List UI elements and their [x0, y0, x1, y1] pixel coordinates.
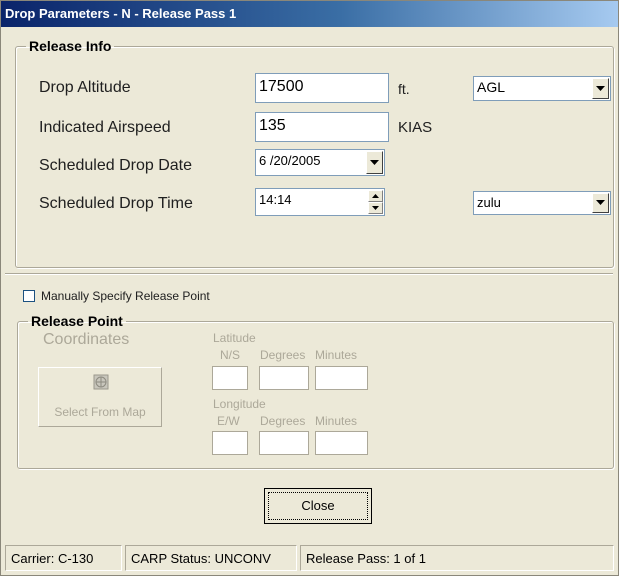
indicated-airspeed-unit: KIAS: [398, 119, 433, 136]
close-button[interactable]: Close: [264, 488, 372, 524]
spin-up-icon[interactable]: [368, 190, 383, 202]
longitude-minutes-input[interactable]: [315, 431, 368, 455]
dropdown-arrow-icon[interactable]: [592, 78, 609, 99]
status-release-pass: Release Pass: 1 of 1: [300, 545, 614, 571]
select-from-map-label: Select From Map: [54, 405, 146, 419]
divider: [5, 273, 613, 275]
indicated-airspeed-input[interactable]: 135: [255, 112, 389, 142]
map-globe-icon: [93, 374, 109, 393]
timezone-select[interactable]: zulu: [473, 191, 611, 215]
release-point-legend: Release Point: [31, 313, 123, 329]
scheduled-drop-time-input[interactable]: 14:14: [255, 188, 385, 216]
scheduled-drop-date-picker[interactable]: 6 /20/2005: [255, 149, 385, 176]
latitude-ns-header: N/S: [220, 348, 241, 362]
latitude-minutes-input[interactable]: [315, 366, 368, 390]
scheduled-drop-time-label: Scheduled Drop Time: [39, 195, 193, 212]
latitude-minutes-header: Minutes: [315, 348, 358, 362]
latitude-degrees-header: Degrees: [260, 348, 306, 362]
longitude-ew-header: E/W: [217, 414, 240, 428]
drop-altitude-label: Drop Altitude: [39, 79, 131, 96]
altitude-reference-value: AGL: [477, 79, 506, 95]
dropdown-arrow-icon[interactable]: [592, 193, 609, 213]
longitude-degrees-input[interactable]: [259, 431, 309, 455]
title-bar[interactable]: Drop Parameters - N - Release Pass 1: [1, 1, 618, 27]
latitude-label: Latitude: [213, 331, 256, 345]
status-carp: CARP Status: UNCONV: [125, 545, 297, 571]
dialog-window: Drop Parameters - N - Release Pass 1 Rel…: [0, 0, 619, 576]
scheduled-drop-date-label: Scheduled Drop Date: [39, 157, 192, 174]
select-from-map-button[interactable]: Select From Map: [38, 367, 162, 427]
drop-altitude-unit: ft.: [398, 81, 410, 97]
scheduled-drop-time-value: 14:14: [259, 192, 292, 207]
altitude-reference-select[interactable]: AGL: [473, 76, 611, 101]
longitude-ew-input[interactable]: [212, 431, 248, 455]
latitude-ns-input[interactable]: [212, 366, 248, 390]
longitude-label: Longitude: [213, 397, 266, 411]
close-button-label: Close: [268, 492, 368, 520]
longitude-degrees-header: Degrees: [260, 414, 306, 428]
indicated-airspeed-label: Indicated Airspeed: [39, 119, 171, 136]
calendar-dropdown-icon[interactable]: [366, 151, 383, 174]
window-title: Drop Parameters - N - Release Pass 1: [5, 6, 237, 21]
drop-altitude-input[interactable]: 17500: [255, 73, 389, 103]
latitude-degrees-input[interactable]: [259, 366, 309, 390]
spin-down-icon[interactable]: [368, 202, 383, 214]
coordinates-label: Coordinates: [43, 331, 130, 348]
release-info-legend: Release Info: [29, 38, 112, 54]
scheduled-drop-date-value: 6 /20/2005: [259, 153, 321, 168]
status-carrier: Carrier: C-130: [5, 545, 122, 571]
manual-release-label[interactable]: Manually Specify Release Point: [41, 289, 210, 303]
time-spinner[interactable]: [368, 190, 383, 214]
timezone-value: zulu: [477, 195, 501, 210]
longitude-minutes-header: Minutes: [315, 414, 358, 428]
manual-release-checkbox[interactable]: [23, 290, 35, 302]
